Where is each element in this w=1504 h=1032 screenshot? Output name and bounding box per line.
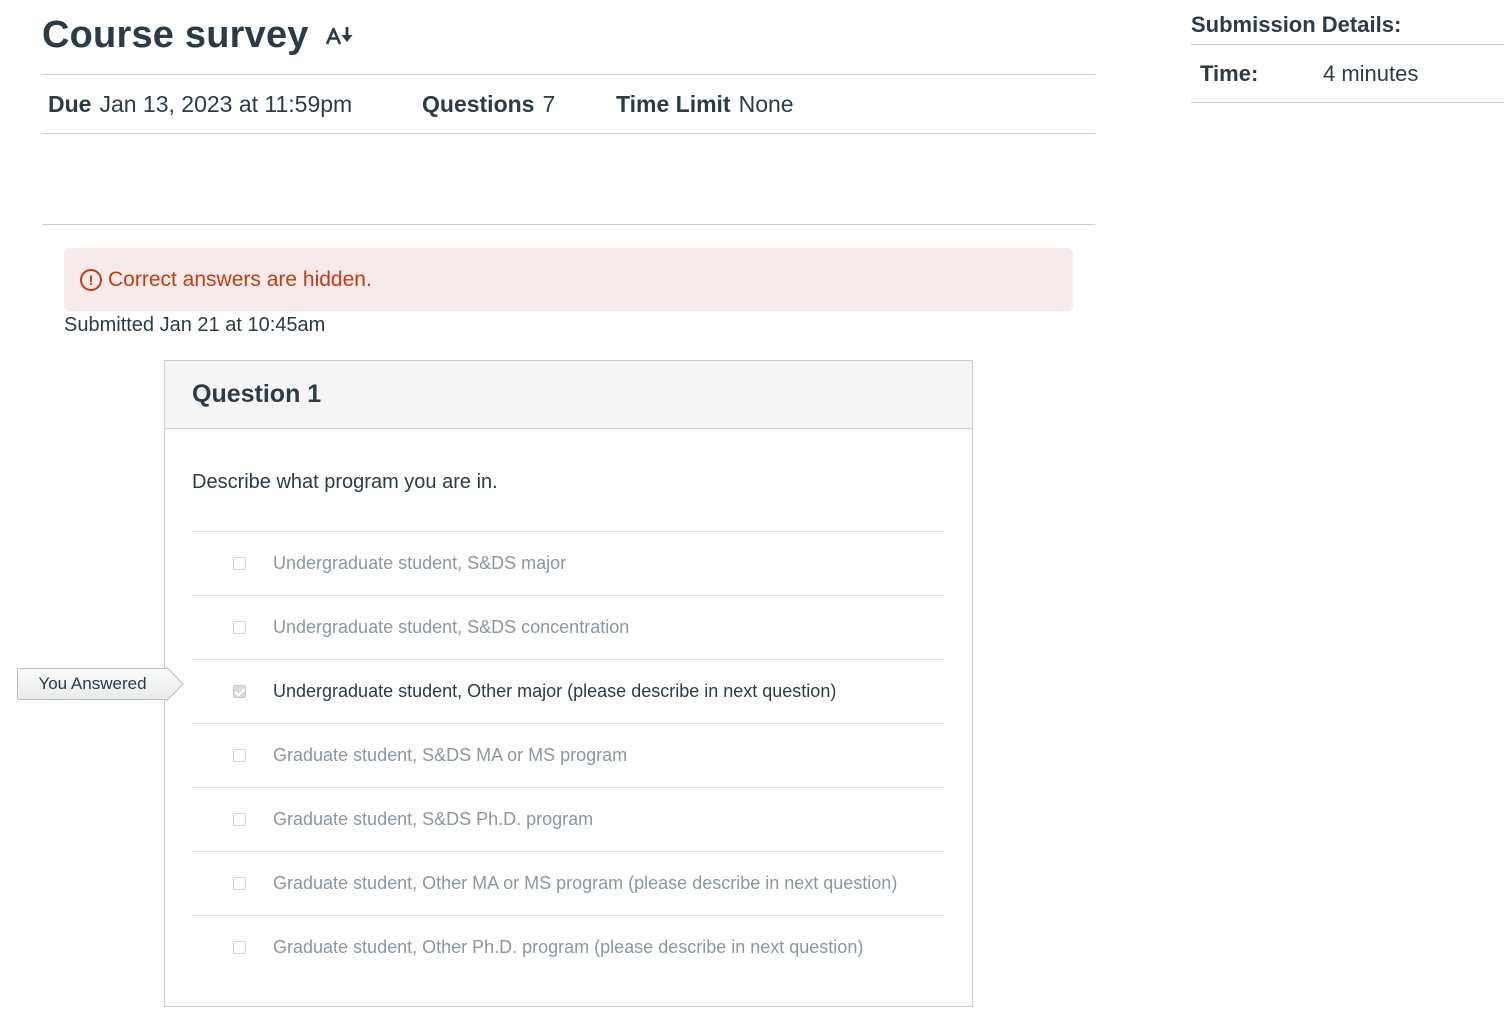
time-value: 4 minutes (1323, 60, 1419, 86)
answer-option: Graduate student, Other MA or MS program… (192, 851, 944, 915)
quiz-results-page: Course survey Due Jan 13, 2023 at 11:59p… (0, 0, 1504, 1032)
questions-count: Questions 7 (422, 91, 616, 118)
due-date: Due Jan 13, 2023 at 11:59pm (48, 91, 422, 118)
correct-answers-hidden-alert: ! Correct answers are hidden. (64, 248, 1073, 311)
sort-down-icon[interactable] (325, 24, 355, 48)
checkbox (233, 557, 246, 570)
answer-text: Graduate student, Other MA or MS program… (273, 873, 898, 893)
due-label: Due (48, 90, 92, 117)
submission-details-title: Submission Details: (1191, 12, 1504, 45)
question-prompt: Describe what program you are in. (192, 471, 498, 493)
question-card: Question 1 Describe what program you are… (164, 360, 973, 1007)
divider (42, 224, 1095, 225)
answer-option: Graduate student, Other Ph.D. program (p… (192, 915, 944, 979)
answer-option: Undergraduate student, S&DS concentratio… (192, 595, 944, 659)
you-answered-label: You Answered (17, 668, 167, 700)
answer-text: Graduate student, S&DS Ph.D. program (273, 809, 594, 829)
answer-text: Undergraduate student, S&DS concentratio… (273, 617, 630, 637)
checkbox (233, 941, 246, 954)
checkbox (233, 877, 246, 890)
answer-option: Undergraduate student, S&DS major (192, 531, 944, 595)
submission-time-row: Time: 4 minutes (1191, 45, 1504, 103)
title-row: Course survey (42, 14, 355, 57)
time-limit-label: Time Limit (616, 90, 731, 117)
checkbox (233, 813, 246, 826)
time-limit: Time Limit None (616, 91, 794, 118)
you-answered-flag: You Answered (17, 667, 184, 701)
answer-option-selected: Undergraduate student, Other major (plea… (192, 659, 944, 723)
checkbox (233, 749, 246, 762)
time-limit-value: None (738, 90, 794, 117)
exclamation-circle-icon: ! (80, 268, 102, 291)
answer-text: Undergraduate student, Other major (plea… (273, 681, 837, 701)
time-label: Time: (1200, 60, 1259, 86)
checkbox (233, 621, 246, 634)
questions-value: 7 (542, 90, 556, 117)
answer-text: Undergraduate student, S&DS major (273, 553, 567, 573)
answer-text: Graduate student, S&DS MA or MS program (273, 745, 628, 765)
page-title: Course survey (42, 14, 309, 56)
answer-option: Graduate student, S&DS Ph.D. program (192, 787, 944, 851)
submitted-timestamp: Submitted Jan 21 at 10:45am (64, 314, 326, 336)
due-value: Jan 13, 2023 at 11:59pm (99, 90, 353, 117)
questions-label: Questions (422, 90, 535, 117)
checkbox-checked (233, 685, 246, 698)
answer-list: Undergraduate student, S&DS major Underg… (192, 531, 944, 979)
quiz-meta: Due Jan 13, 2023 at 11:59pm Questions 7 … (48, 86, 794, 122)
answer-text: Graduate student, Other Ph.D. program (p… (273, 937, 864, 957)
divider (42, 74, 1095, 75)
alert-text: Correct answers are hidden. (108, 267, 372, 291)
submission-details: Submission Details: Time: 4 minutes (1191, 12, 1504, 103)
question-header: Question 1 (165, 361, 972, 429)
flag-arrow-icon (166, 667, 184, 701)
divider (42, 133, 1095, 134)
answer-option: Graduate student, S&DS MA or MS program (192, 723, 944, 787)
